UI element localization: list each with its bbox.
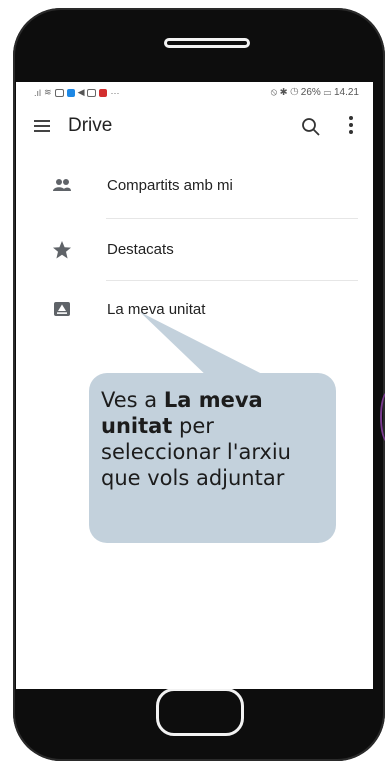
instruction-callout: Ves a La meva unitat per seleccionar l'a…	[89, 373, 336, 543]
home-button[interactable]	[156, 688, 244, 736]
callout-pointer	[140, 312, 274, 380]
phone-speaker	[164, 38, 250, 48]
callout-text-prefix: Ves a	[101, 388, 164, 412]
phone-screen: .ıl ≋ ◀ ··· ⦸ ✱ ◷ 26% ▭ 14.21 Drive Comp…	[16, 82, 373, 689]
